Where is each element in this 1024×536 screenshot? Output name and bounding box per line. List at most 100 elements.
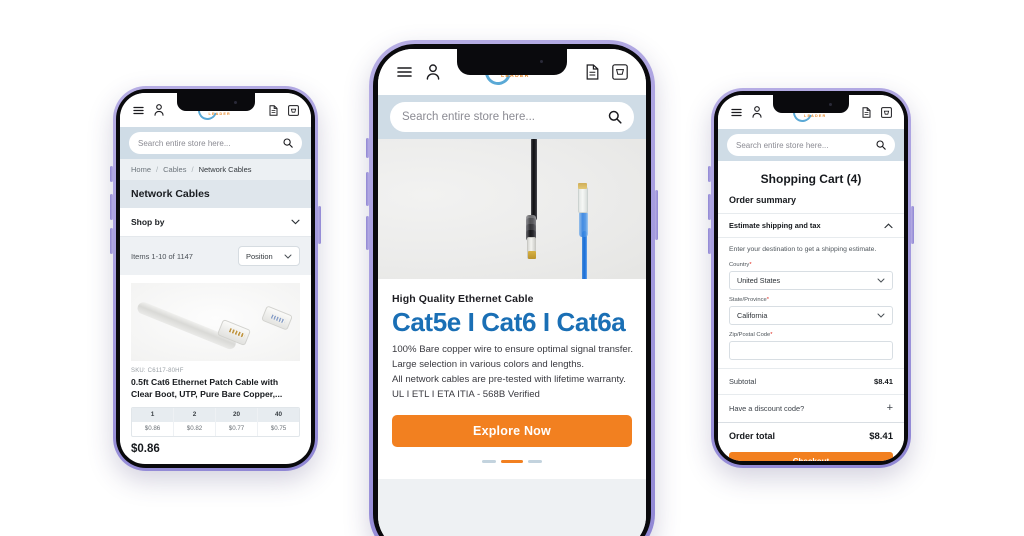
discount-code-row[interactable]: Have a discount code? + (718, 393, 904, 422)
page-title: Network Cables (131, 188, 210, 200)
zip-field: Zip/Postal Code* (729, 332, 893, 360)
search-icon[interactable] (876, 140, 886, 150)
required-marker: * (749, 261, 752, 268)
hero-line-3: All network cables are pre-tested with l… (392, 374, 626, 386)
search-band: Search entire store here... (120, 127, 311, 159)
tier-qty-2: 2 (174, 407, 216, 422)
search-input[interactable]: Search entire store here... (727, 134, 895, 156)
hero-banner-image (378, 139, 646, 279)
carousel-pagination[interactable] (378, 459, 646, 464)
hero-description: 100% Bare copper wire to ensure optimal … (392, 343, 633, 402)
document-quote-icon[interactable] (859, 105, 873, 119)
sort-by-value: Position (246, 251, 273, 261)
product-name[interactable]: 0.5ft Cat6 Ethernet Patch Cable with Cle… (131, 377, 300, 401)
order-total-label: Order total (729, 431, 776, 442)
user-account-icon[interactable] (749, 105, 765, 119)
order-total-value: $8.41 (869, 430, 893, 442)
search-input[interactable]: Search entire store here... (129, 132, 302, 154)
search-icon[interactable] (283, 138, 293, 148)
shop-by-label: Shop by (131, 217, 165, 227)
carousel-dot-2-active[interactable] (501, 459, 523, 464)
product-sku: SKU: C6117-80HF (131, 368, 184, 374)
tier-qty-1: 1 (132, 407, 174, 422)
phone-side-button-mute (366, 138, 369, 158)
breadcrumb-separator: / (191, 165, 194, 174)
blue-cable-contacts-graphic (578, 183, 588, 189)
phone-side-button-volume-down (366, 216, 369, 250)
chevron-up-icon[interactable] (884, 222, 893, 229)
breadcrumb-item-cables[interactable]: Cables (163, 165, 186, 174)
carousel-dot-1[interactable] (482, 459, 496, 464)
product-list-toolbar: Items 1-10 of 1147 Position (120, 237, 311, 275)
subtotal-row: Subtotal $8.41 (718, 367, 904, 394)
page-background-filler (378, 479, 646, 536)
shopping-cart-icon[interactable] (610, 62, 630, 82)
shop-by-accordion[interactable]: Shop by (120, 208, 311, 237)
document-quote-icon[interactable] (266, 103, 280, 117)
shopping-cart-icon[interactable] (879, 105, 893, 119)
search-placeholder: Search entire store here... (138, 138, 231, 148)
breadcrumb-item-network-cables: Network Cables (198, 165, 252, 174)
state-value: California (737, 310, 768, 320)
carousel-dot-3[interactable] (528, 459, 542, 464)
search-placeholder: Search entire store here... (736, 140, 829, 150)
country-label: Country* (729, 261, 752, 268)
estimate-shipping-body: Enter your destination to get a shipping… (718, 238, 904, 360)
tier-price-table: 1 2 20 40 $0.86 $0.82 $0.77 $0.75 (131, 406, 300, 437)
user-account-icon[interactable] (422, 62, 444, 82)
checkout-button[interactable]: Checkout (729, 451, 893, 461)
zip-input[interactable] (729, 340, 893, 360)
tier-price-4: $0.75 (270, 425, 287, 433)
estimate-shipping-title: Estimate shipping and tax (729, 221, 821, 230)
discount-code-label: Have a discount code? (729, 403, 805, 413)
hero-line-4: UL I ETL I ETA ITIA - 568B Verified (392, 388, 540, 400)
phone-notch (457, 49, 567, 75)
document-quote-icon[interactable] (582, 62, 602, 82)
product-image (131, 283, 300, 361)
country-select[interactable]: United States (729, 270, 893, 290)
state-select[interactable]: California (729, 305, 893, 325)
blue-cable-boot-graphic (579, 211, 588, 237)
hero-line-2: Large selection in various colors and le… (392, 359, 584, 371)
search-icon[interactable] (608, 110, 622, 124)
black-cable-graphic (530, 139, 537, 221)
estimate-shipping-description: Enter your destination to get a shipping… (729, 246, 877, 253)
front-camera-dot (829, 102, 833, 106)
estimate-shipping-accordion-header[interactable]: Estimate shipping and tax (718, 213, 904, 238)
phone-screen-center: CABLE LEADER Search entire store here... (378, 49, 646, 536)
phone-side-button-volume-up (366, 172, 369, 206)
phone-side-button-mute (708, 166, 711, 182)
phone-mockup-center: CABLE LEADER Search entire store here... (366, 40, 658, 536)
state-label: State/Province* (729, 296, 769, 303)
state-field: State/Province* California (729, 297, 893, 325)
phone-side-button-volume-down (708, 228, 711, 254)
hamburger-menu-icon[interactable] (729, 105, 743, 119)
hamburger-menu-icon[interactable] (394, 62, 414, 82)
search-input[interactable]: Search entire store here... (390, 102, 634, 132)
hamburger-menu-icon[interactable] (131, 103, 145, 117)
breadcrumb-separator: / (156, 165, 159, 174)
subtotal-label: Subtotal (729, 376, 757, 386)
user-account-icon[interactable] (151, 103, 167, 117)
zip-label: Zip/Postal Code* (729, 331, 773, 338)
phone-mockup-left: CABLE LEADER Search entire store here... (110, 86, 321, 471)
phone-notch (773, 95, 849, 113)
product-card[interactable]: SKU: C6117-80HF 0.5ft Cat6 Ethernet Patc… (120, 275, 311, 455)
chevron-down-icon (284, 254, 292, 259)
required-marker: * (770, 331, 773, 338)
sort-by-select[interactable]: Position (238, 246, 300, 266)
plus-icon[interactable]: + (887, 402, 893, 414)
chevron-down-icon[interactable] (291, 219, 300, 225)
breadcrumb-item-home[interactable]: Home (131, 165, 151, 174)
black-cable-contacts-graphic (527, 251, 536, 259)
tier-price-3: $0.77 (216, 421, 258, 436)
search-placeholder: Search entire store here... (402, 111, 535, 123)
tier-price-2: $0.82 (174, 421, 216, 436)
front-camera-dot (539, 59, 543, 63)
breadcrumb: Home / Cables / Network Cables (120, 159, 311, 180)
category-title-bar: Network Cables (120, 180, 311, 208)
tier-qty-3: 20 (216, 407, 258, 422)
phone-mockup-right: CABLE LEADER Search entire store here... (708, 88, 914, 468)
shopping-cart-icon[interactable] (286, 103, 300, 117)
explore-now-button[interactable]: Explore Now (392, 414, 632, 447)
